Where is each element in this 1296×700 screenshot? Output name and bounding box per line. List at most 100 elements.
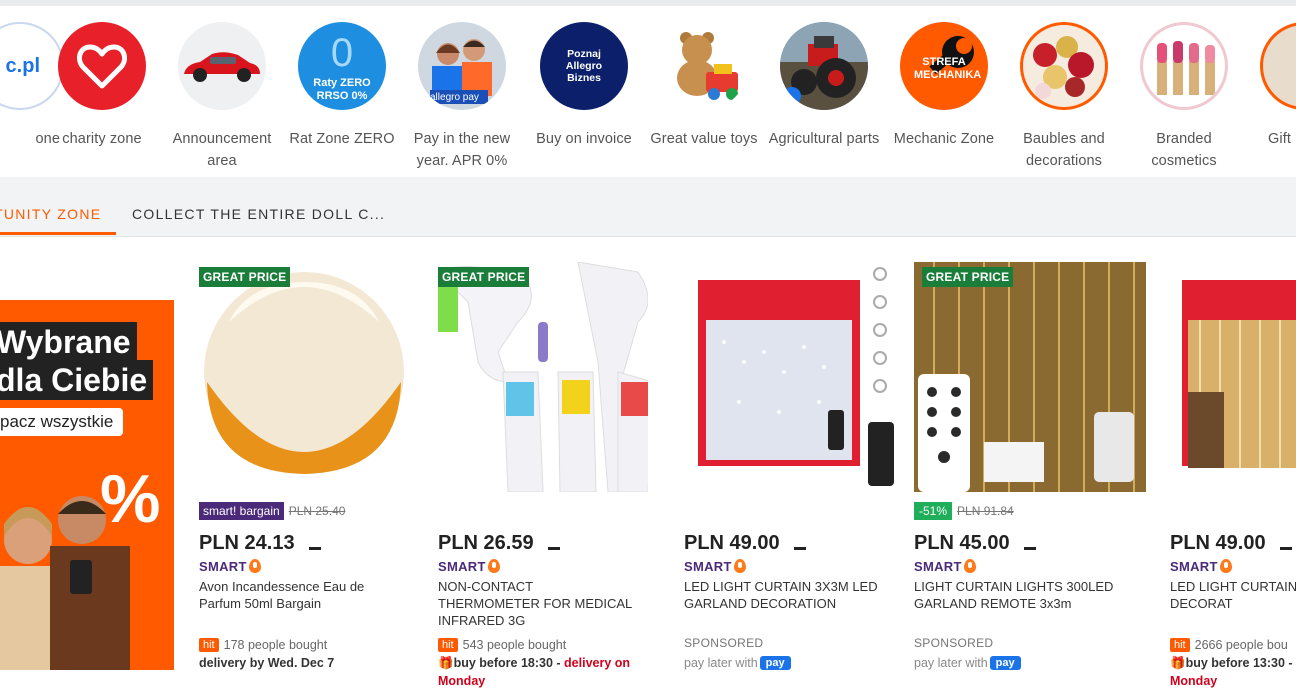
hit-badge: hit [1170, 638, 1190, 652]
smart-badge: SMART [684, 557, 904, 575]
delivery-info: 🎁buy before 13:30 - Monday [1170, 656, 1293, 688]
category-item[interactable]: charity zone [42, 22, 162, 150]
pay-later: pay later with pay [914, 654, 1134, 672]
price-tags [684, 502, 904, 520]
hit-badge: hit [438, 638, 458, 652]
product-title[interactable]: LED LIGHT CURTAIN GARLAND DECORAT [1170, 578, 1296, 618]
product-card[interactable]: PLN 49.00 SMART LED LIGHT CURTAIN GARLAN… [1170, 262, 1296, 690]
gift-icon [1260, 22, 1296, 110]
promo-line2: dla Ciebie [0, 360, 154, 400]
led-curtain-icon[interactable] [684, 262, 894, 492]
active-tab-indicator [0, 232, 116, 235]
category-label: Branded cosmetics [1151, 131, 1217, 169]
category-strip: c.pl one charity zone Announcement area … [0, 6, 1296, 177]
smart-pin-icon [963, 559, 976, 573]
great-price-badge: GREAT PRICE [199, 267, 291, 287]
sponsored-label: SPONSORED [914, 636, 994, 650]
category-item[interactable]: allegro pay Pay in the new year. APR 0% [402, 22, 522, 172]
old-price: PLN 25.40 [288, 504, 346, 518]
smart-badge: SMART [438, 557, 658, 575]
allegro-pay-badge: pay [989, 656, 1021, 670]
allegro-pay-people-icon: allegro pay [418, 22, 506, 110]
wrench-icon: STREFA MECHANIKA [900, 22, 988, 110]
tab-bar: TUNITY ZONE COLLECT THE ENTIRE DOLL C... [0, 177, 1296, 237]
hit-badge: hit [199, 638, 219, 652]
product-price: PLN 49.00 [684, 531, 904, 555]
gift-icon: 🎁 [1170, 656, 1186, 670]
product-price: PLN 24.13 [199, 531, 419, 555]
teddy-bear-icon [660, 22, 748, 110]
smart-pin-icon [733, 559, 746, 573]
delivery-info: 🎁buy before 18:30 - delivery on Monday [438, 656, 631, 688]
category-label: Announcement area [172, 131, 272, 169]
bauble-icon [1020, 22, 1108, 110]
delivery-info: delivery by Wed. Dec 7 [199, 656, 335, 670]
smart-bargain-badge: smart! bargain [199, 502, 284, 520]
price-tags [1170, 502, 1296, 520]
category-label: Buy on invoice [536, 131, 632, 147]
bought-count: 543 people bought [462, 638, 567, 652]
category-item[interactable]: Gift [1244, 22, 1296, 150]
smart-pin-icon [1219, 559, 1232, 573]
category-item[interactable]: Branded cosmetics [1124, 22, 1244, 172]
product-title[interactable]: LED LIGHT CURTAIN 3X3M LED GARLAND DECOR… [684, 578, 884, 618]
category-label: Agricultural parts [768, 131, 880, 147]
light-curtain-icon[interactable]: GREAT PRICE [914, 262, 1146, 492]
promo-people-image [0, 496, 130, 670]
popularity: hit 543 people bought [438, 636, 658, 654]
category-label: Gift [1268, 131, 1291, 147]
promo-banner[interactable]: Wybrane dla Ciebie pacz wszystkie % [0, 300, 174, 670]
great-price-badge: GREAT PRICE [922, 267, 1014, 287]
product-price: PLN 49.00 [1170, 531, 1296, 555]
category-label: Mechanic Zone [893, 131, 995, 147]
category-item[interactable]: Baubles and decorations [1004, 22, 1124, 172]
product-price: PLN 45.00 [914, 531, 1134, 555]
category-label: Great value toys [650, 131, 758, 147]
allegro-biznes-icon: Poznaj Allegro Biznes [540, 22, 628, 110]
category-item[interactable]: 0 Raty ZERO RRSO 0% Rat Zone ZERO [282, 22, 402, 150]
smart-pin-icon [487, 559, 500, 573]
popularity: hit 178 people bought [199, 636, 419, 654]
perfume-icon[interactable]: GREAT PRICE [199, 262, 409, 492]
popularity: hit 2666 people bou [1170, 636, 1296, 654]
product-card[interactable]: GREAT PRICE smart! bargain PLN 25.40 PLN… [199, 262, 419, 672]
bought-count: 2666 people bou [1194, 638, 1288, 652]
category-item[interactable]: Agricultural parts [764, 22, 884, 150]
product-title[interactable]: LIGHT CURTAIN LIGHTS 300LED GARLAND REMO… [914, 578, 1114, 618]
thermometer-icon[interactable]: GREAT PRICE [438, 262, 648, 492]
category-item[interactable]: Poznaj Allegro Biznes Buy on invoice [524, 22, 644, 150]
category-label: Pay in the new year. APR 0% [413, 131, 511, 169]
promo-cta[interactable]: pacz wszystkie [0, 408, 124, 436]
product-card[interactable]: GREAT PRICE PLN 26.59 SMART NON-CONTACT … [438, 262, 658, 690]
price-tags: -51% PLN 91.84 [914, 502, 1134, 520]
product-card[interactable]: PLN 49.00 SMART LED LIGHT CURTAIN 3X3M L… [684, 262, 904, 672]
tab-opportunity-zone[interactable]: TUNITY ZONE [0, 206, 101, 222]
sponsored-label: SPONSORED [684, 636, 764, 650]
category-item[interactable]: Great value toys [644, 22, 764, 150]
tab-collect-doll[interactable]: COLLECT THE ENTIRE DOLL C... [132, 206, 385, 222]
price-tags: smart! bargain PLN 25.40 [199, 502, 419, 520]
old-price: PLN 91.84 [957, 504, 1014, 518]
promo-line1: Wybrane [0, 322, 137, 362]
smart-pin-icon [248, 559, 261, 573]
category-label: Baubles and decorations [1023, 131, 1105, 169]
gift-icon: 🎁 [438, 656, 454, 670]
car-icon [178, 22, 266, 110]
category-item[interactable]: STREFA MECHANIKA Mechanic Zone [884, 22, 1004, 150]
tractor-icon [780, 22, 868, 110]
bought-count: 178 people bought [223, 638, 328, 652]
pay-later: pay later with pay [684, 654, 904, 672]
product-title[interactable]: Avon Incandessence Eau de Parfum 50ml Ba… [199, 578, 399, 618]
smart-badge: SMART [1170, 557, 1296, 575]
category-item[interactable]: Announcement area [162, 22, 282, 172]
product-price: PLN 26.59 [438, 531, 658, 555]
product-title[interactable]: NON-CONTACT THERMOMETER FOR MEDICAL INFR… [438, 578, 638, 628]
led-curtain-2-icon[interactable] [1170, 262, 1296, 492]
discount-badge: -51% [914, 502, 953, 520]
allegro-pay-badge: pay [759, 656, 791, 670]
price-tags [438, 502, 658, 520]
smart-badge: SMART [199, 557, 419, 575]
lipstick-icon [1140, 22, 1228, 110]
product-card[interactable]: GREAT PRICE -51% PLN 91.84 PLN 45.00 SMA… [914, 262, 1146, 672]
smart-badge: SMART [914, 557, 1134, 575]
